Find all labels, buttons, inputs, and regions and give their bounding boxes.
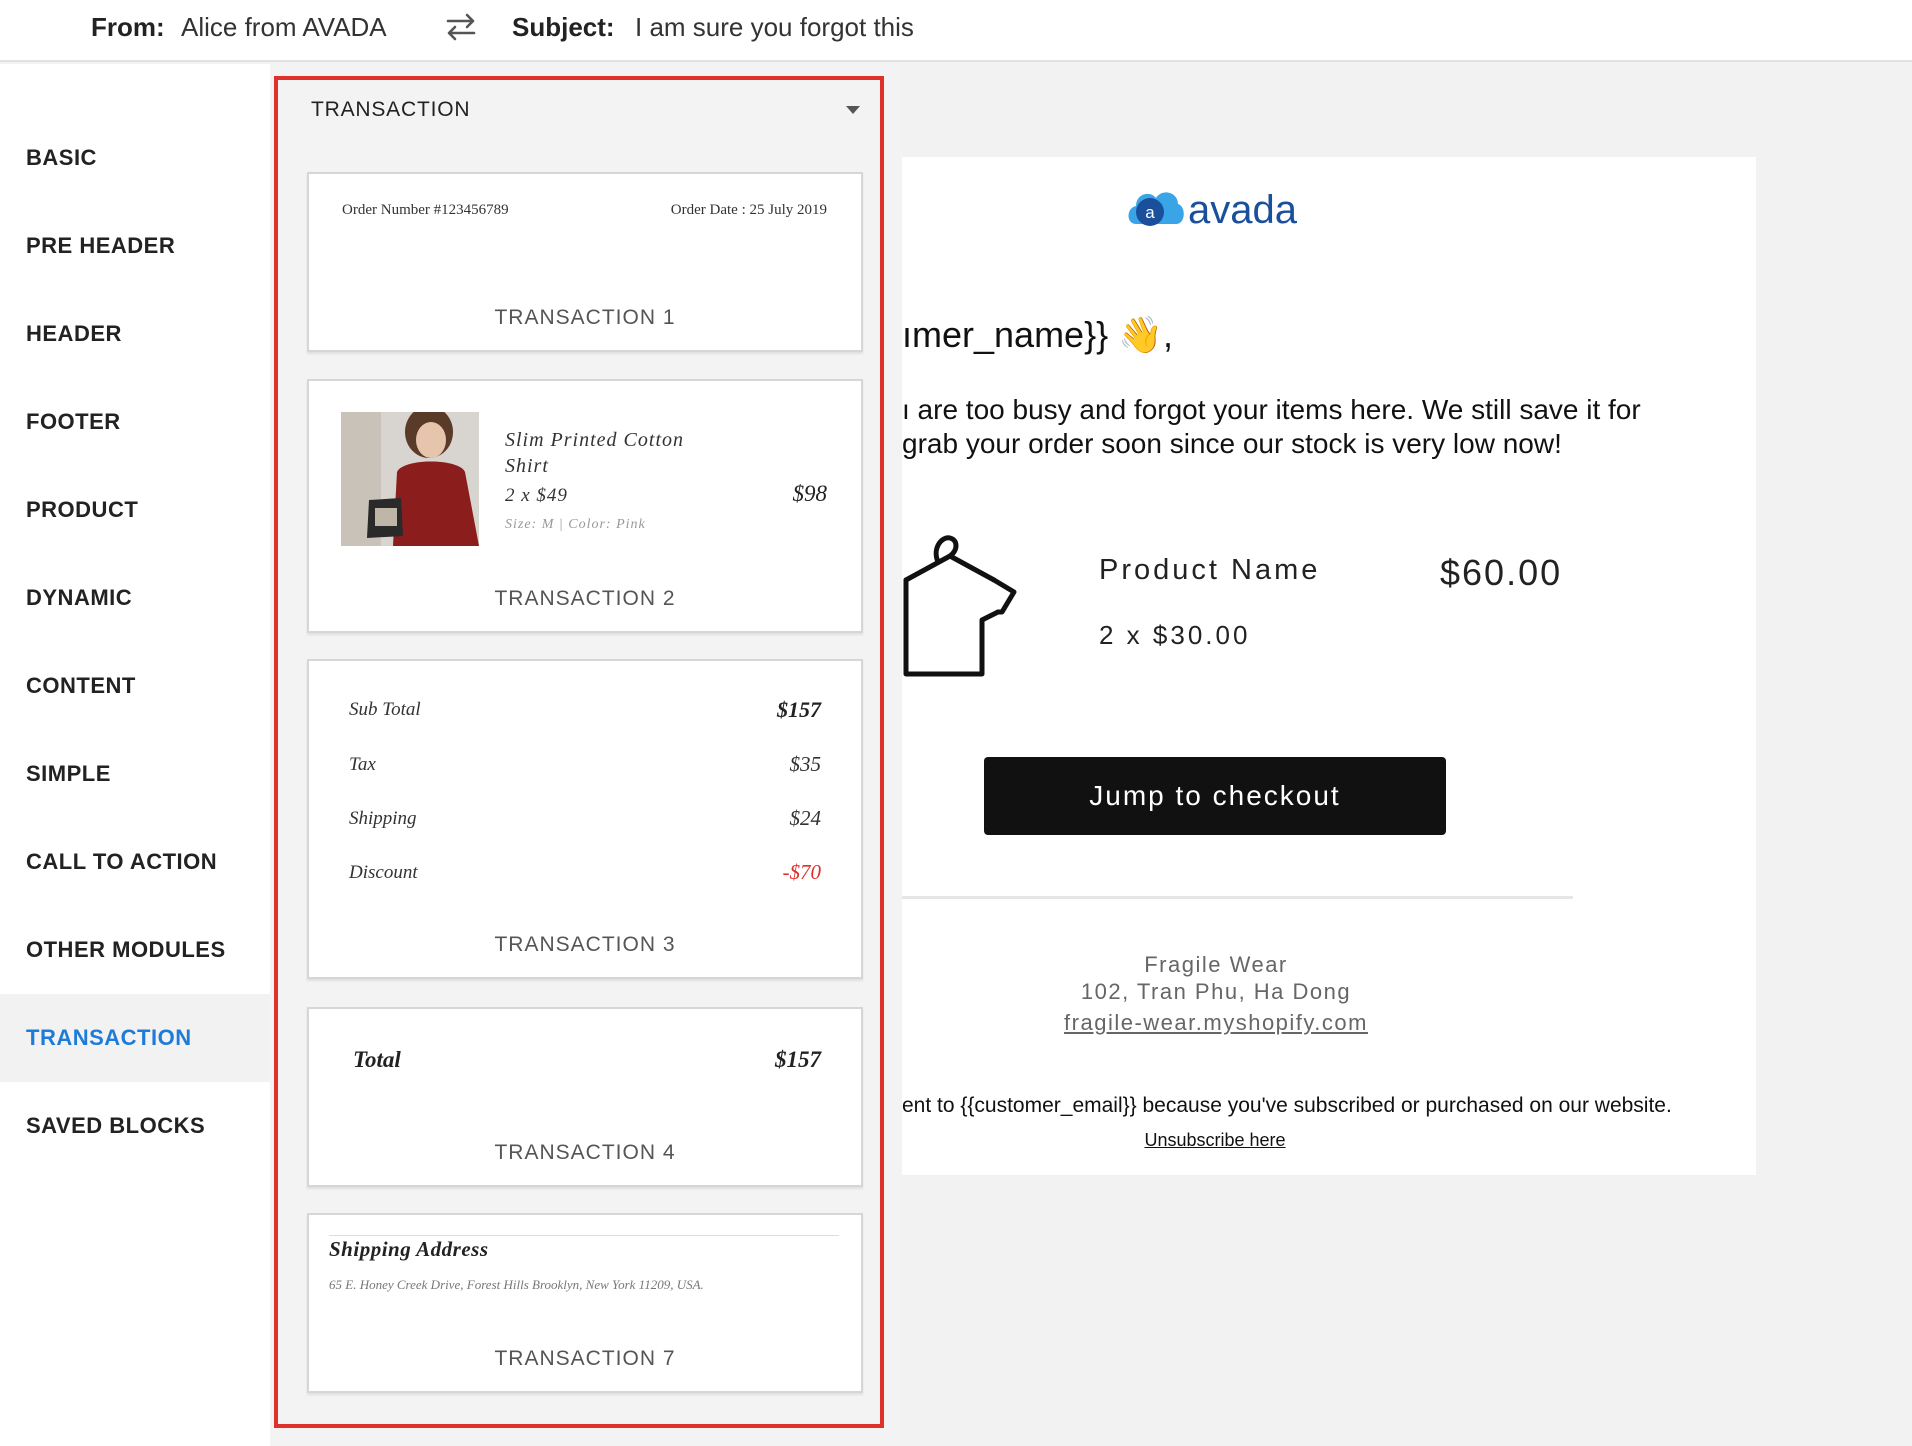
avada-logo: a avada <box>1128 188 1298 232</box>
product-qty: 2 x $30.00 <box>1099 620 1251 650</box>
nav-item-dynamic[interactable]: DYNAMIC <box>0 554 270 642</box>
nav-item-basic[interactable]: BASIC <box>0 114 270 202</box>
greeting: ımer_name}} 👋, <box>902 314 1173 355</box>
logo-letter: a <box>1145 203 1155 222</box>
email-meta-bar: From: Alice from AVADA Subject: I am sur… <box>0 0 1912 62</box>
shirt-icon <box>903 535 1017 677</box>
from-label: From: <box>91 12 165 42</box>
unsubscribe-link[interactable]: Unsubscribe here <box>1000 1130 1430 1151</box>
shop-url-link[interactable]: fragile-wear.myshopify.com <box>966 1010 1466 1036</box>
nav-item-content[interactable]: CONTENT <box>0 642 270 730</box>
subject-label: Subject: <box>512 12 615 42</box>
nav-item-pre-header[interactable]: PRE HEADER <box>0 202 270 290</box>
nav-item-other-modules[interactable]: OTHER MODULES <box>0 906 270 994</box>
nav-item-footer[interactable]: FOOTER <box>0 378 270 466</box>
body-line-2: grab your order soon since our stock is … <box>902 428 1562 459</box>
swap-icon[interactable] <box>444 10 478 44</box>
logo-text: avada <box>1188 188 1298 232</box>
shop-name: Fragile Wear <box>1144 952 1288 977</box>
body-line-1: ı are too busy and forgot your items her… <box>902 394 1641 425</box>
checkout-button[interactable]: Jump to checkout <box>984 757 1446 835</box>
nav-item-transaction[interactable]: TRANSACTION <box>0 994 270 1082</box>
nav-item-saved-blocks[interactable]: SAVED BLOCKS <box>0 1082 270 1170</box>
nav-item-header[interactable]: HEADER <box>0 290 270 378</box>
subject-value[interactable]: I am sure you forgot this <box>635 12 914 43</box>
footer-divider <box>902 896 1573 899</box>
nav-item-call-to-action[interactable]: CALL TO ACTION <box>0 818 270 906</box>
panel-highlight-frame <box>274 76 884 1428</box>
from-value[interactable]: Alice from AVADA <box>181 12 387 43</box>
product-price: $60.00 <box>1440 552 1563 593</box>
product-name: Product Name <box>1099 554 1321 586</box>
shop-address: 102, Tran Phu, Ha Dong <box>1080 979 1352 1004</box>
nav-item-product[interactable]: PRODUCT <box>0 466 270 554</box>
nav-item-simple[interactable]: SIMPLE <box>0 730 270 818</box>
module-category-nav: BASIC PRE HEADER HEADER FOOTER PRODUCT D… <box>0 64 270 1446</box>
sent-notice: ent to {{customer_email}} because you've… <box>902 1094 1672 1117</box>
